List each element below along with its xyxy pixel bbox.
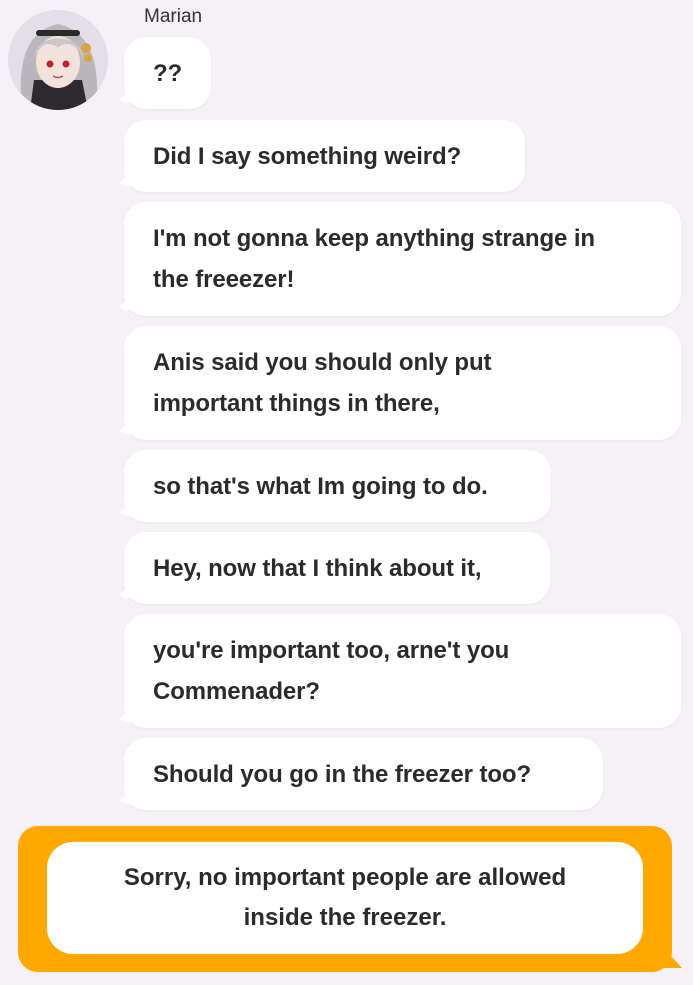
bubble-tail	[115, 296, 133, 310]
sender-name: Marian	[144, 6, 203, 27]
message-bubble: you're important too, arne't you Commena…	[115, 614, 681, 728]
bubble-tail	[115, 790, 133, 804]
message-bubble: so that's what Im going to do.	[115, 450, 551, 522]
message-bubble: I'm not gonna keep anything strange in t…	[115, 202, 681, 316]
bubble-tail	[115, 708, 133, 722]
message-text: ??	[153, 59, 183, 87]
message-text: so that's what Im going to do.	[153, 472, 488, 500]
bubble-tail	[115, 420, 133, 434]
message-text: Hey, now that I think about it,	[153, 554, 482, 582]
message-text: you're important too, arne't you Commena…	[153, 637, 510, 705]
message-bubble: Should you go in the freezer too?	[115, 738, 603, 810]
bubble-tail	[115, 584, 133, 598]
message-bubble: Anis said you should only put important …	[115, 326, 681, 440]
bubble-tail	[115, 172, 133, 186]
message-text: I'm not gonna keep anything strange in t…	[153, 225, 595, 293]
message-text: Anis said you should only put important …	[153, 349, 492, 417]
message-bubble: ??	[115, 37, 211, 109]
reply-option-button[interactable]: Sorry, no important people are allowed i…	[47, 842, 643, 954]
message-bubble: Did I say something weird?	[115, 120, 525, 192]
avatar	[8, 10, 108, 110]
message-text: Should you go in the freezer too?	[153, 760, 532, 788]
message-text: Did I say something weird?	[153, 142, 462, 170]
character-portrait-icon	[8, 10, 108, 110]
bubble-tail	[115, 502, 133, 516]
bubble-tail	[115, 89, 133, 103]
message-bubble: Hey, now that I think about it,	[115, 532, 550, 604]
